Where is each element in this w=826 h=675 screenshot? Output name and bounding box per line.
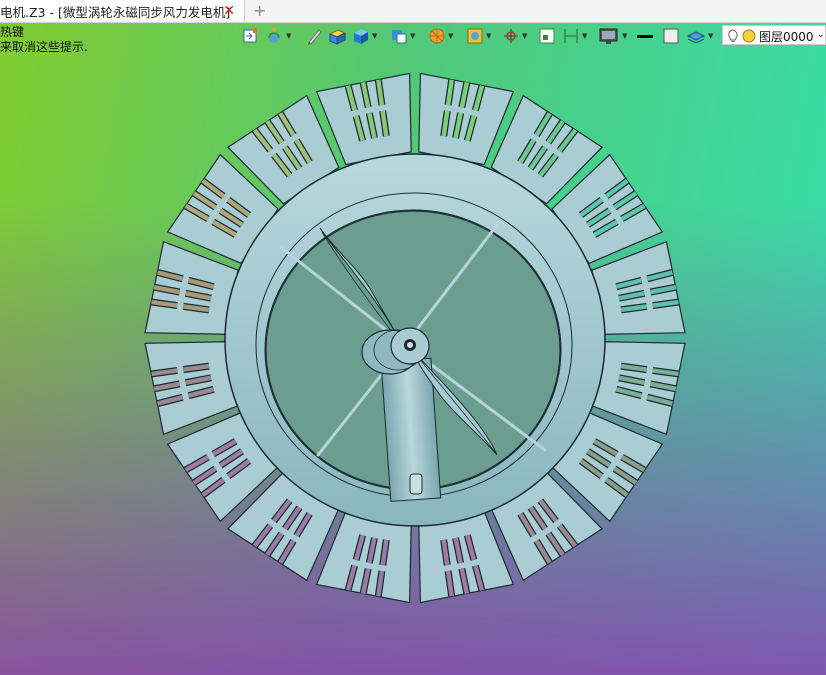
layer-visibility-icon [728,29,756,43]
document-tab-bar: 电机.Z3 - [微型涡轮永磁同步风力发电机] ✕ + [0,0,826,23]
solid-cube-icon[interactable] [352,26,370,46]
view-home-icon[interactable] [242,26,260,46]
render-sphere-icon[interactable] [428,26,446,46]
layer-select[interactable]: 图层0000 ⌄ [722,25,826,45]
document-tab[interactable]: 电机.Z3 - [微型涡轮永磁同步风力发电机] ✕ [0,0,245,22]
display-dropdown-icon[interactable]: ▼ [410,32,415,40]
section-dropdown-icon[interactable]: ▼ [582,32,587,40]
render-dropdown-icon[interactable]: ▼ [448,32,453,40]
grid-snap-icon[interactable] [538,26,556,46]
hint-line-1: 热键 [0,25,25,39]
new-tab-icon[interactable]: + [253,1,266,21]
layer-dropdown-chevron-icon[interactable]: ⌄ [817,29,825,40]
lighting-icon[interactable] [466,26,484,46]
rotate-view-icon[interactable] [266,26,284,46]
axis-dropdown-icon[interactable]: ▼ [522,32,527,40]
hotkey-hint: 热键 来取消这些提示. [0,25,88,55]
shaded-box-icon[interactable] [328,26,346,46]
layers-dropdown-icon[interactable]: ▼ [708,32,713,40]
pen-tool-icon[interactable] [306,26,322,46]
fill-color-icon[interactable] [662,26,680,46]
axis-triad-icon[interactable] [502,26,520,46]
display-mode-icon[interactable] [390,26,408,46]
line-color-icon[interactable] [636,26,654,46]
background-dropdown-icon[interactable]: ▼ [622,32,627,40]
wind-turbine-model[interactable] [0,0,826,675]
layers-icon[interactable] [686,26,706,46]
hint-line-2: 来取消这些提示. [0,40,88,54]
background-monitor-icon[interactable] [598,26,620,46]
rotate-view-dropdown-icon[interactable]: ▼ [286,32,291,40]
shaft-bracket [409,473,423,495]
document-tab-title: 电机.Z3 - [微型涡轮永磁同步风力发电机] [0,4,231,20]
cube-dropdown-icon[interactable]: ▼ [372,32,377,40]
close-tab-icon[interactable]: ✕ [223,2,235,20]
layer-select-value: 图层0000 [759,30,814,44]
section-plane-icon[interactable] [562,26,580,46]
3d-viewport[interactable]: 电机.Z3 - [微型涡轮永磁同步风力发电机] ✕ + 热键 来取消这些提示. … [0,0,826,675]
lighting-dropdown-icon[interactable]: ▼ [486,32,491,40]
